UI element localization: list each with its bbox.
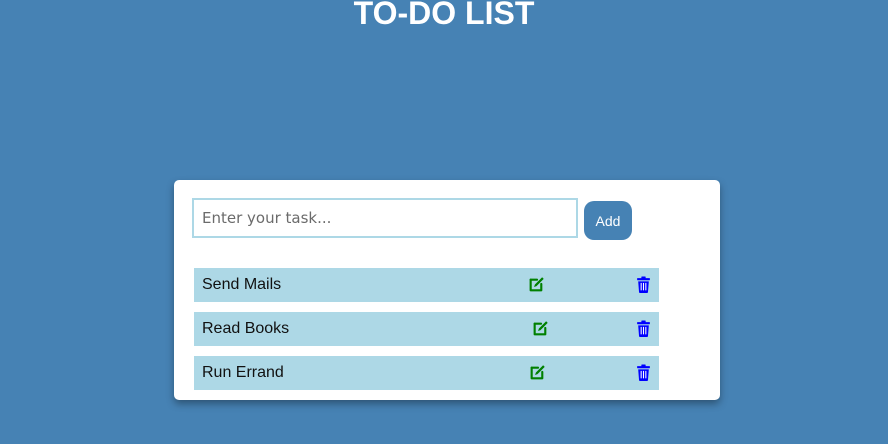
task-item: Send Mails (194, 268, 659, 302)
task-list: Send Mails Read Books Run Errand (194, 268, 659, 400)
task-label: Read Books (202, 320, 290, 337)
task-label: Run Errand (202, 364, 284, 381)
task-item: Run Errand (194, 356, 659, 390)
trash-icon[interactable] (636, 320, 651, 337)
trash-icon[interactable] (636, 276, 651, 293)
edit-icon[interactable] (528, 276, 545, 293)
task-label: Send Mails (202, 276, 282, 293)
task-input[interactable] (192, 198, 578, 238)
add-button[interactable]: Add (584, 201, 632, 240)
edit-icon[interactable] (532, 320, 549, 337)
task-item: Read Books (194, 312, 659, 346)
trash-icon[interactable] (636, 364, 651, 381)
page-title: TO-DO LIST (353, 0, 535, 31)
edit-icon[interactable] (529, 364, 546, 381)
todo-card: Add Send Mails (174, 180, 720, 400)
